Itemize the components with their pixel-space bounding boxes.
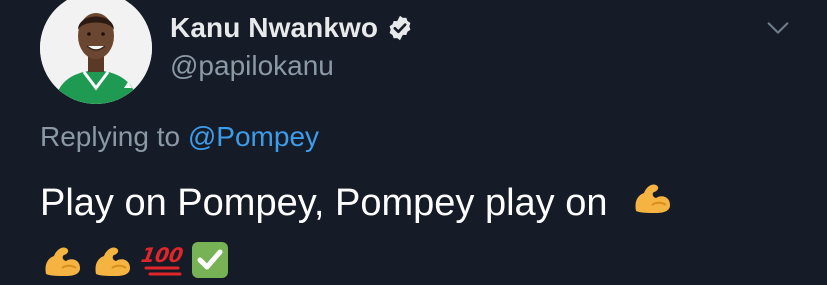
check-mark-button-icon <box>190 240 230 285</box>
flexed-biceps-icon <box>40 240 84 285</box>
svg-text:100: 100 <box>140 243 184 267</box>
flexed-biceps-icon <box>630 177 674 227</box>
flexed-biceps-icon <box>90 240 134 285</box>
replying-to-line: Replying to @Pompey <box>40 121 319 153</box>
author-display-name[interactable]: Kanu Nwankwo <box>170 12 378 44</box>
tweet-card: Kanu Nwankwo @papilokanu Replying to @Po… <box>0 0 827 278</box>
tweet-emoji-line: 100 <box>40 240 230 285</box>
author-handle[interactable]: @papilokanu <box>170 50 334 82</box>
chevron-down-icon[interactable] <box>760 10 796 46</box>
avatar[interactable] <box>40 0 152 104</box>
hundred-points-icon: 100 <box>139 240 185 285</box>
tweet-text: Play on Pompey, Pompey play on <box>40 180 674 230</box>
tweet-text-body: Play on Pompey, Pompey play on <box>40 182 608 225</box>
replying-to-mention-link[interactable]: @Pompey <box>188 121 319 152</box>
replying-to-label: Replying to <box>40 121 181 152</box>
verified-badge-icon <box>386 14 414 42</box>
profile-photo <box>40 0 152 104</box>
author-name-row: Kanu Nwankwo <box>170 10 414 46</box>
